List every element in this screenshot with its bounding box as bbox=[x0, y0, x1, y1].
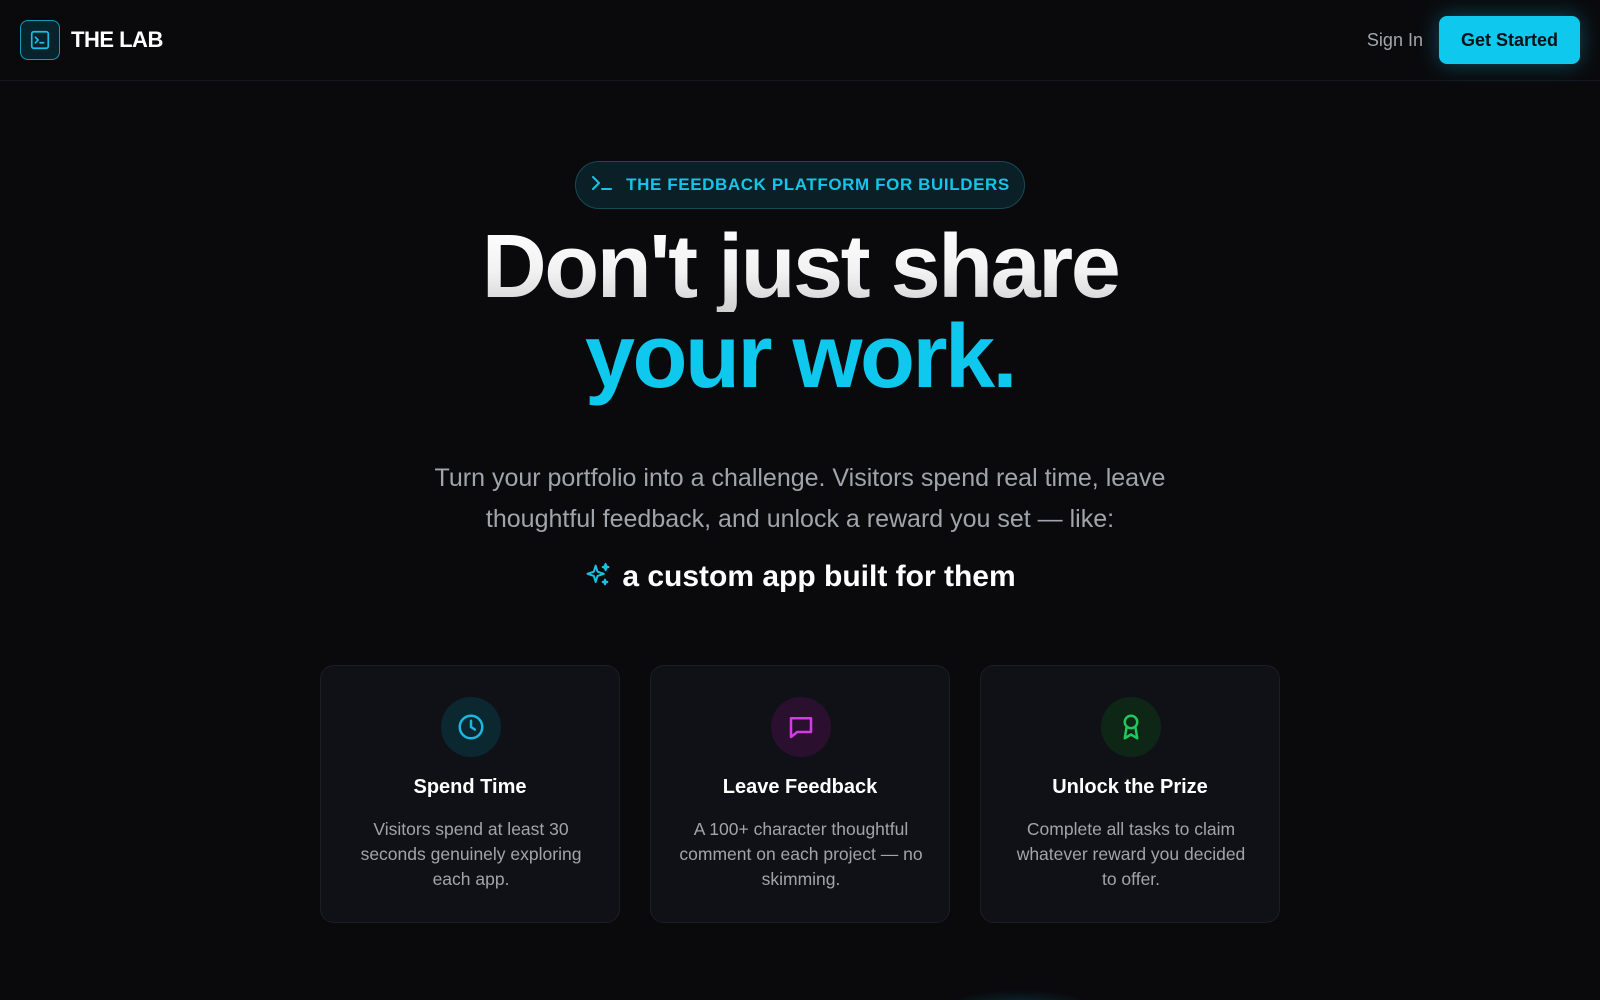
card-title: Spend Time bbox=[413, 776, 527, 798]
headline-line-1: Don't just share bbox=[0, 222, 1600, 312]
card-description: A 100+ character thoughtful comment on e… bbox=[679, 819, 923, 889]
get-started-button[interactable]: Get Started bbox=[1438, 16, 1580, 64]
card-spend-time: Spend Time Visitors spend at least 30 se… bbox=[320, 665, 620, 923]
award-icon bbox=[1101, 697, 1161, 757]
terminal-prompt-icon bbox=[590, 173, 614, 198]
card-leave-feedback: Leave Feedback A 100+ character thoughtf… bbox=[650, 665, 950, 923]
message-square-icon bbox=[771, 697, 831, 757]
card-title: Leave Feedback bbox=[722, 776, 878, 798]
clock-icon bbox=[441, 697, 501, 757]
card-description: Visitors spend at least 30 seconds genui… bbox=[360, 819, 582, 889]
badge-text: THE FEEDBACK PLATFORM FOR BUILDERS bbox=[626, 175, 1010, 194]
hero-badge: THE FEEDBACK PLATFORM FOR BUILDERS bbox=[575, 161, 1025, 209]
sparkles-icon bbox=[584, 561, 612, 594]
nav-actions: Sign In Get Started bbox=[1367, 16, 1580, 64]
terminal-icon bbox=[20, 20, 60, 60]
steps-cards: Spend Time Visitors spend at least 30 se… bbox=[320, 665, 1280, 923]
tagline-text: a custom app built for them bbox=[622, 560, 1016, 593]
hero-headline: Don't just share your work. bbox=[0, 222, 1600, 402]
card-unlock-prize: Unlock the Prize Complete all tasks to c… bbox=[980, 665, 1280, 923]
brand-name: THE LAB bbox=[71, 27, 163, 52]
brand[interactable]: THE LAB bbox=[20, 20, 163, 60]
card-title: Unlock the Prize bbox=[1052, 776, 1208, 798]
top-nav: THE LAB Sign In Get Started bbox=[0, 0, 1600, 81]
reward-tagline: a custom app built for them bbox=[0, 560, 1600, 594]
bottom-glow bbox=[940, 990, 1100, 1000]
landing-page: THE LAB Sign In Get Started THE FEEDBACK… bbox=[0, 0, 1600, 1000]
hero-subtitle: Turn your portfolio into a challenge. Vi… bbox=[434, 464, 1166, 533]
headline-line-2: your work. bbox=[584, 307, 1018, 407]
card-description: Complete all tasks to claim whatever rew… bbox=[1016, 819, 1246, 889]
sign-in-link[interactable]: Sign In bbox=[1367, 30, 1423, 51]
